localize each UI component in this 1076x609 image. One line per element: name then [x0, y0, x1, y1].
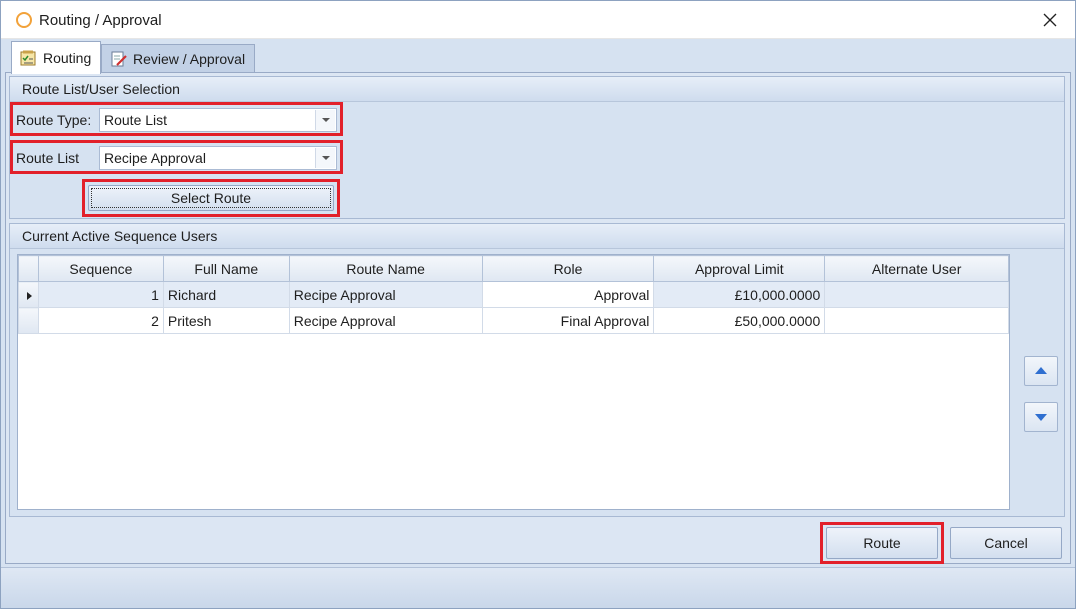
- sequence-users-table: Sequence Full Name Route Name Role Appro…: [18, 255, 1009, 334]
- tab-review-approval-label: Review / Approval: [133, 51, 246, 67]
- window-title: Routing / Approval: [39, 12, 162, 29]
- row-indicator: [18, 281, 39, 308]
- sequence-users-grid[interactable]: Sequence Full Name Route Name Role Appro…: [17, 254, 1010, 510]
- arrow-down-icon: [1035, 414, 1047, 421]
- cell-sequence[interactable]: 1: [37, 281, 164, 308]
- column-header-sequence[interactable]: Sequence: [37, 255, 164, 282]
- highlight-route-button: [820, 522, 944, 564]
- highlight-select-route: [82, 179, 340, 217]
- document-pencil-icon: [111, 51, 127, 67]
- checklist-icon: [20, 50, 36, 66]
- tab-content-routing: Route List/User Selection Route Type: Ro…: [5, 72, 1071, 564]
- sequence-users-group: Current Active Sequence Users Sequence F…: [9, 223, 1065, 517]
- tab-strip: Routing Review / Approval: [7, 41, 1067, 74]
- cell-full-name[interactable]: Pritesh: [162, 307, 290, 334]
- highlight-route-type: [10, 102, 343, 136]
- title-bar: Routing / Approval: [1, 1, 1075, 39]
- column-header-role[interactable]: Role: [481, 255, 655, 282]
- table-row[interactable]: 1 Richard Recipe Approval Approval £10,0…: [18, 281, 1009, 308]
- row-indicator-header: [18, 255, 39, 282]
- route-selection-header: Route List/User Selection: [10, 77, 1064, 102]
- close-button[interactable]: [1033, 3, 1067, 37]
- arrow-up-icon: [1035, 367, 1047, 374]
- tab-routing[interactable]: Routing: [11, 41, 101, 74]
- status-bar: [1, 567, 1075, 608]
- column-header-alternate-user[interactable]: Alternate User: [824, 255, 1009, 282]
- table-header-row: Sequence Full Name Route Name Role Appro…: [18, 255, 1009, 282]
- column-header-route-name[interactable]: Route Name: [288, 255, 483, 282]
- move-up-button[interactable]: [1024, 356, 1058, 386]
- cell-approval-limit[interactable]: £50,000.0000: [653, 307, 826, 334]
- cancel-button[interactable]: Cancel: [950, 527, 1062, 559]
- row-indicator: [18, 307, 39, 334]
- column-header-approval-limit[interactable]: Approval Limit: [653, 255, 826, 282]
- tab-routing-label: Routing: [43, 50, 92, 66]
- cell-route-name[interactable]: Recipe Approval: [288, 281, 483, 308]
- move-down-button[interactable]: [1024, 402, 1058, 432]
- app-ring-icon: [16, 12, 32, 28]
- routing-approval-window: Routing / Approval Routing Review / Appr…: [0, 0, 1076, 609]
- route-selection-group: Route List/User Selection Route Type: Ro…: [9, 76, 1065, 219]
- table-row[interactable]: 2 Pritesh Recipe Approval Final Approval…: [18, 307, 1009, 334]
- highlight-route-list: [10, 140, 343, 174]
- cell-alternate-user[interactable]: [824, 307, 1009, 334]
- cell-approval-limit[interactable]: £10,000.0000: [653, 281, 826, 308]
- cell-route-name[interactable]: Recipe Approval: [288, 307, 483, 334]
- cell-role[interactable]: Approval: [481, 281, 655, 308]
- cell-full-name[interactable]: Richard: [162, 281, 290, 308]
- cell-role[interactable]: Final Approval: [481, 307, 655, 334]
- column-header-full-name[interactable]: Full Name: [162, 255, 290, 282]
- tab-review-approval[interactable]: Review / Approval: [101, 44, 255, 73]
- close-icon: [1043, 13, 1057, 27]
- sequence-users-header: Current Active Sequence Users: [10, 224, 1064, 249]
- cell-alternate-user[interactable]: [824, 281, 1009, 308]
- cell-sequence[interactable]: 2: [37, 307, 164, 334]
- current-row-arrow-icon: [27, 291, 32, 300]
